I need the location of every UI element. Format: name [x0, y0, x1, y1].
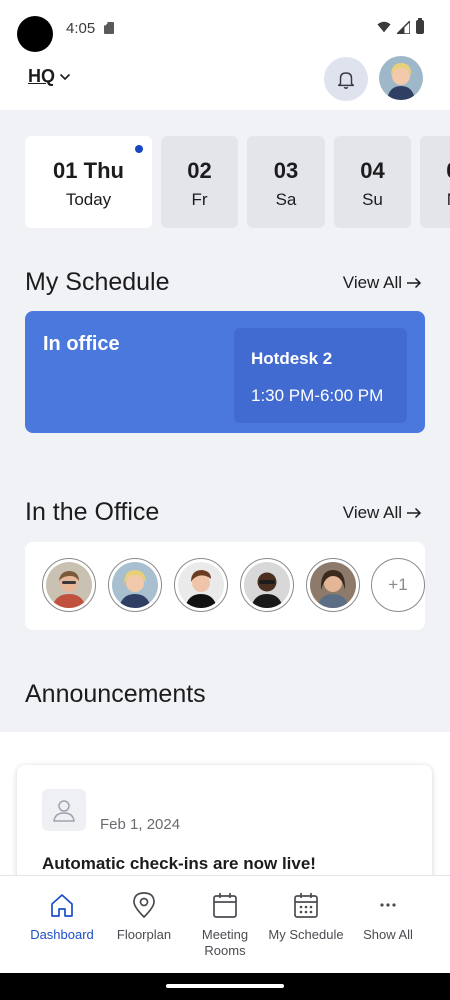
day-label: Mo: [420, 190, 450, 210]
day-label: Fr: [191, 190, 208, 209]
attendee-avatar[interactable]: [174, 558, 228, 612]
map-pin-icon: [133, 892, 155, 919]
day-05[interactable]: 05 Mo: [420, 136, 450, 228]
nav-label: Meeting Rooms: [201, 927, 249, 958]
location-selector[interactable]: HQ: [28, 66, 71, 87]
nav-meeting-rooms[interactable]: Meeting Rooms: [180, 890, 270, 959]
calendar-icon: [213, 893, 237, 918]
in-the-office-title: In the Office: [25, 498, 160, 526]
office-view-all-link[interactable]: View All: [343, 503, 422, 523]
signal-icon: [397, 20, 410, 34]
booking-details: Hotdesk 2 1:30 PM-6:00 PM: [234, 328, 407, 423]
nav-label: Dashboard: [30, 927, 94, 942]
wifi-icon: [377, 21, 391, 33]
nav-show-all[interactable]: Show All: [343, 890, 433, 943]
attendee-avatar[interactable]: [108, 558, 162, 612]
announcements-title: Announcements: [25, 680, 206, 708]
day-label: Su: [362, 190, 383, 209]
booking-time: 1:30 PM-6:00 PM: [251, 386, 384, 405]
location-label: HQ: [28, 66, 55, 86]
attendee-avatar[interactable]: [306, 558, 360, 612]
nav-dashboard[interactable]: Dashboard: [17, 890, 107, 943]
view-all-label: View All: [342, 503, 402, 522]
nav-label: My Schedule: [268, 927, 344, 942]
bottom-navigation: Dashboard Floorplan Meeting Rooms My Sch…: [0, 875, 450, 974]
date-selector: 01 Thu Today 02 Fr 03 Sa 04 Su 05 Mo: [25, 136, 450, 228]
battery-icon: [416, 18, 424, 34]
day-number: 04: [360, 158, 385, 183]
office-attendees: +1: [25, 542, 425, 630]
system-gesture-bar: [0, 973, 450, 1000]
day-number: 03: [273, 158, 299, 183]
top-bar: 4:05 HQ: [0, 0, 450, 110]
home-icon: [51, 894, 73, 917]
calendar-grid-icon: [294, 893, 318, 918]
view-all-label: View All: [342, 273, 402, 292]
day-label: Sa: [275, 190, 297, 209]
avatar-image: [379, 56, 423, 100]
bell-icon: [337, 72, 355, 89]
arrow-right-icon: [407, 507, 422, 519]
attendee-avatar[interactable]: [240, 558, 294, 612]
attendee-avatar[interactable]: [42, 558, 96, 612]
notifications-button[interactable]: [324, 57, 368, 101]
announcement-title: Automatic check-ins are now live!: [42, 854, 316, 873]
day-number: 05: [420, 158, 450, 184]
day-02[interactable]: 02 Fr: [161, 136, 238, 228]
schedule-status: In office: [43, 333, 120, 355]
chevron-down-icon: [59, 73, 71, 80]
desk-name: Hotdesk 2: [251, 349, 333, 368]
camera-cutout: [17, 16, 53, 52]
nav-label: Floorplan: [116, 927, 172, 942]
announcement-date: Feb 1, 2024: [100, 816, 181, 833]
nav-floorplan[interactable]: Floorplan: [99, 890, 189, 943]
my-schedule-title: My Schedule: [25, 268, 170, 296]
more-icon: [380, 903, 396, 907]
day-number: 02: [187, 158, 212, 183]
status-icons: [377, 18, 424, 34]
more-attendees-badge[interactable]: +1: [371, 558, 425, 612]
schedule-card[interactable]: In office Hotdesk 2 1:30 PM-6:00 PM: [25, 311, 425, 433]
profile-avatar[interactable]: [379, 56, 423, 100]
day-01[interactable]: 01 Thu Today: [25, 136, 152, 228]
day-04[interactable]: 04 Su: [334, 136, 411, 228]
day-label: Today: [65, 190, 112, 209]
day-number: 01 Thu: [53, 158, 124, 183]
nav-my-schedule[interactable]: My Schedule: [261, 890, 351, 943]
schedule-view-all-link[interactable]: View All: [343, 273, 422, 293]
arrow-right-icon: [407, 277, 422, 289]
status-time: 4:05: [66, 20, 96, 37]
day-03[interactable]: 03 Sa: [247, 136, 325, 228]
sd-card-icon: [104, 22, 114, 34]
home-gesture-handle[interactable]: [166, 984, 284, 988]
nav-label: Show All: [363, 927, 413, 942]
user-placeholder-icon: [42, 789, 86, 831]
selected-indicator-dot: [135, 145, 143, 153]
